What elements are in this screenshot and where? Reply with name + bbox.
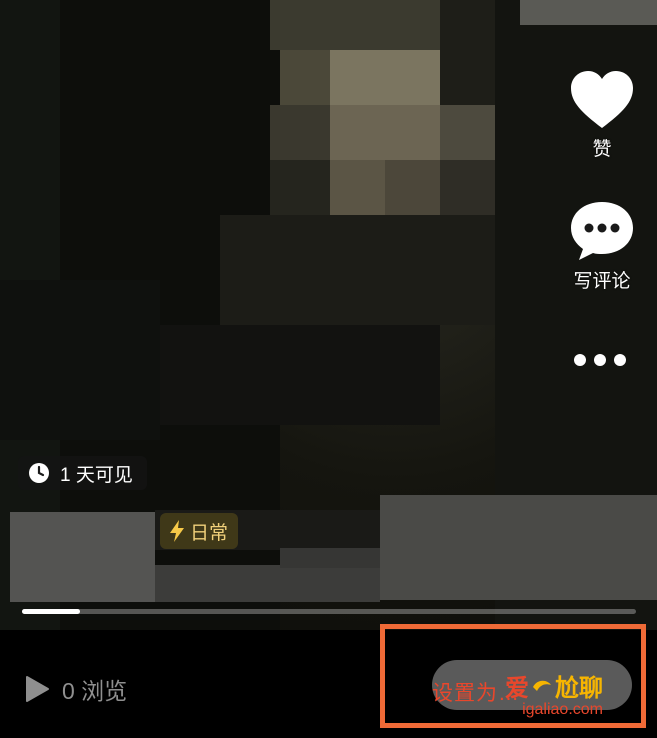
pixel-block	[155, 565, 380, 602]
pixel-block	[280, 50, 330, 105]
pixel-block	[330, 160, 385, 215]
bottom-bar: 0 浏览 设置为… 爱 尬聊 igaliao.com	[0, 624, 657, 738]
pixel-block	[270, 0, 440, 50]
heart-icon	[571, 71, 633, 128]
pixel-block	[330, 50, 440, 105]
pixel-block	[520, 0, 657, 25]
tag-label: 日常	[190, 522, 229, 544]
more-options-button[interactable]	[570, 340, 630, 380]
like-label: 赞	[592, 139, 612, 160]
pixel-block	[160, 325, 440, 425]
like-button[interactable]: 赞	[567, 70, 637, 161]
status-viewer: 赞 写评论 1 天可见 日常 0 浏览 设置为… 爱 尬聊 igaliao.co…	[0, 0, 657, 738]
visibility-label: 1 天可见	[60, 464, 133, 486]
comment-bubble-icon	[571, 202, 633, 260]
playback-progress-bar[interactable]	[22, 609, 636, 614]
pixel-block	[440, 105, 495, 160]
pixel-block	[270, 105, 330, 160]
progress-fill	[22, 609, 81, 614]
views-label: 0 浏览	[62, 678, 128, 704]
pixel-block	[0, 280, 160, 440]
comment-label: 写评论	[573, 271, 631, 292]
comment-button[interactable]: 写评论	[562, 200, 642, 293]
more-dots-icon	[574, 354, 626, 366]
lightning-icon	[170, 520, 184, 542]
status-video[interactable]	[0, 0, 657, 630]
clock-icon	[29, 463, 49, 483]
pixel-block	[440, 160, 495, 215]
pixel-block	[385, 160, 440, 215]
play-icon	[26, 676, 49, 702]
pixel-block	[10, 512, 155, 602]
pixel-block	[330, 105, 440, 160]
daily-tag[interactable]: 日常	[160, 513, 239, 549]
pixel-block	[270, 160, 330, 215]
highlight-box	[380, 624, 646, 728]
pixel-block	[280, 548, 380, 568]
pixel-block	[380, 495, 657, 600]
pixel-block	[440, 0, 495, 105]
visibility-badge: 1 天可见	[18, 456, 147, 490]
pixel-block	[220, 215, 495, 325]
views-button[interactable]: 0 浏览	[24, 672, 127, 706]
